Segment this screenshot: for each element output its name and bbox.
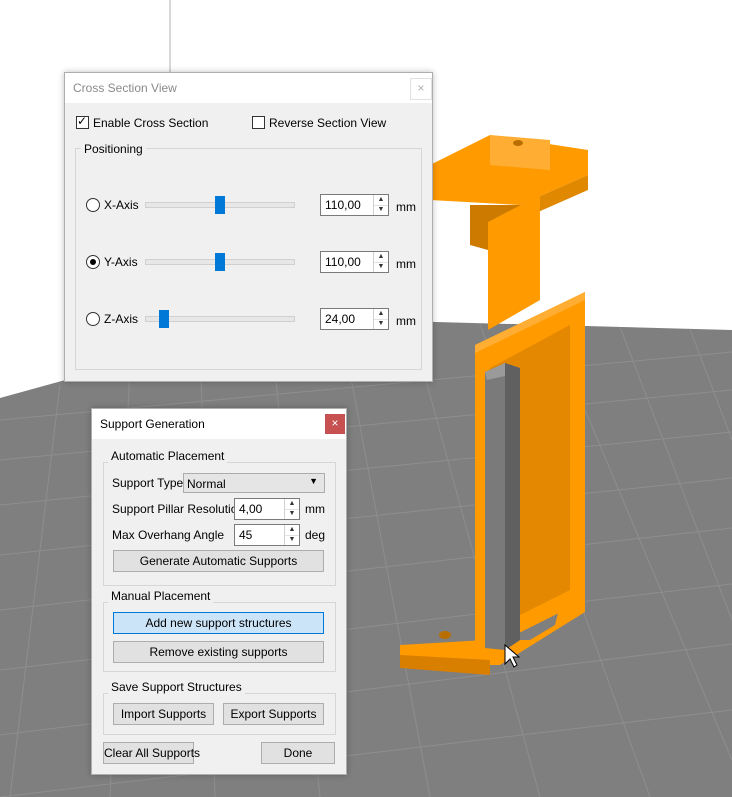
support-type-value[interactable]: Normal (187, 477, 226, 491)
z-axis-spinbox[interactable]: 24,00 ▲ ▼ (320, 308, 389, 330)
y-axis-radio[interactable] (86, 255, 100, 269)
spin-down-icon[interactable]: ▼ (374, 205, 388, 215)
check-icon: ✓ (77, 114, 88, 128)
z-axis-slider-handle[interactable] (159, 310, 169, 328)
cross-section-dialog: Cross Section View × ✓ Enable Cross Sect… (64, 72, 433, 382)
x-axis-spinbox[interactable]: 110,00 ▲ ▼ (320, 194, 389, 216)
z-axis-value[interactable]: 24,00 (325, 312, 355, 326)
enable-cross-section-checkbox[interactable]: ✓ (76, 114, 89, 129)
support-generation-titlebar[interactable]: Support Generation × (92, 409, 346, 439)
spin-down-icon[interactable]: ▼ (374, 319, 388, 329)
chevron-down-icon[interactable]: ▼ (309, 476, 318, 486)
clear-all-supports-button[interactable]: Clear All Supports (103, 742, 200, 764)
spin-down-icon[interactable]: ▼ (285, 509, 299, 519)
close-icon[interactable]: × (325, 414, 345, 434)
support-type-label: Support Type (112, 476, 184, 490)
x-axis-unit: mm (396, 200, 416, 214)
y-axis-value[interactable]: 110,00 (325, 255, 361, 269)
y-axis-slider-handle[interactable] (215, 253, 225, 271)
export-supports-button[interactable]: Export Supports (223, 703, 324, 725)
save-support-label: Save Support Structures (108, 680, 245, 694)
support-generation-title: Support Generation (100, 417, 205, 431)
spin-down-icon[interactable]: ▼ (285, 535, 299, 545)
reverse-section-label[interactable]: Reverse Section View (269, 116, 386, 130)
overhang-angle-value[interactable]: 45 (239, 528, 252, 542)
reverse-section-checkbox[interactable] (252, 116, 265, 129)
pillar-resolution-spinbox[interactable]: 4,00 ▲ ▼ (234, 498, 300, 520)
spin-down-icon[interactable]: ▼ (374, 262, 388, 272)
radio-selected-dot (90, 259, 96, 265)
done-button[interactable]: Done (261, 742, 335, 764)
pillar-resolution-label: Support Pillar Resolution (112, 502, 245, 516)
y-axis-unit: mm (396, 257, 416, 271)
support-pillar[interactable] (485, 363, 520, 650)
automatic-placement-label: Automatic Placement (108, 449, 228, 463)
manual-placement-label: Manual Placement (108, 589, 214, 603)
y-axis-spinbox[interactable]: 110,00 ▲ ▼ (320, 251, 389, 273)
support-generation-dialog: Support Generation × Automatic Placement… (91, 408, 347, 775)
overhang-angle-label: Max Overhang Angle (112, 528, 225, 542)
remove-existing-supports-button[interactable]: Remove existing supports (113, 641, 324, 663)
z-axis-label[interactable]: Z-Axis (104, 312, 138, 326)
close-icon[interactable]: × (410, 78, 432, 100)
overhang-angle-spinbox[interactable]: 45 ▲ ▼ (234, 524, 300, 546)
x-axis-label[interactable]: X-Axis (104, 198, 139, 212)
z-axis-unit: mm (396, 314, 416, 328)
generate-automatic-supports-button[interactable]: Generate Automatic Supports (113, 550, 324, 572)
add-support-structures-button[interactable]: Add new support structures (113, 612, 324, 634)
pillar-resolution-value[interactable]: 4,00 (239, 502, 262, 516)
x-axis-slider-handle[interactable] (215, 196, 225, 214)
cross-section-title: Cross Section View (73, 81, 177, 95)
enable-cross-section-label[interactable]: Enable Cross Section (93, 116, 208, 130)
import-supports-button[interactable]: Import Supports (113, 703, 214, 725)
cross-section-titlebar[interactable]: Cross Section View × (65, 73, 432, 103)
pillar-resolution-unit: mm (305, 502, 325, 516)
positioning-label: Positioning (81, 142, 146, 156)
x-axis-radio[interactable] (86, 198, 100, 212)
z-axis-radio[interactable] (86, 312, 100, 326)
y-axis-label[interactable]: Y-Axis (104, 255, 138, 269)
x-axis-value[interactable]: 110,00 (325, 198, 361, 212)
overhang-angle-unit: deg (305, 528, 326, 542)
support-type-dropdown[interactable]: Normal ▼ (183, 473, 325, 493)
